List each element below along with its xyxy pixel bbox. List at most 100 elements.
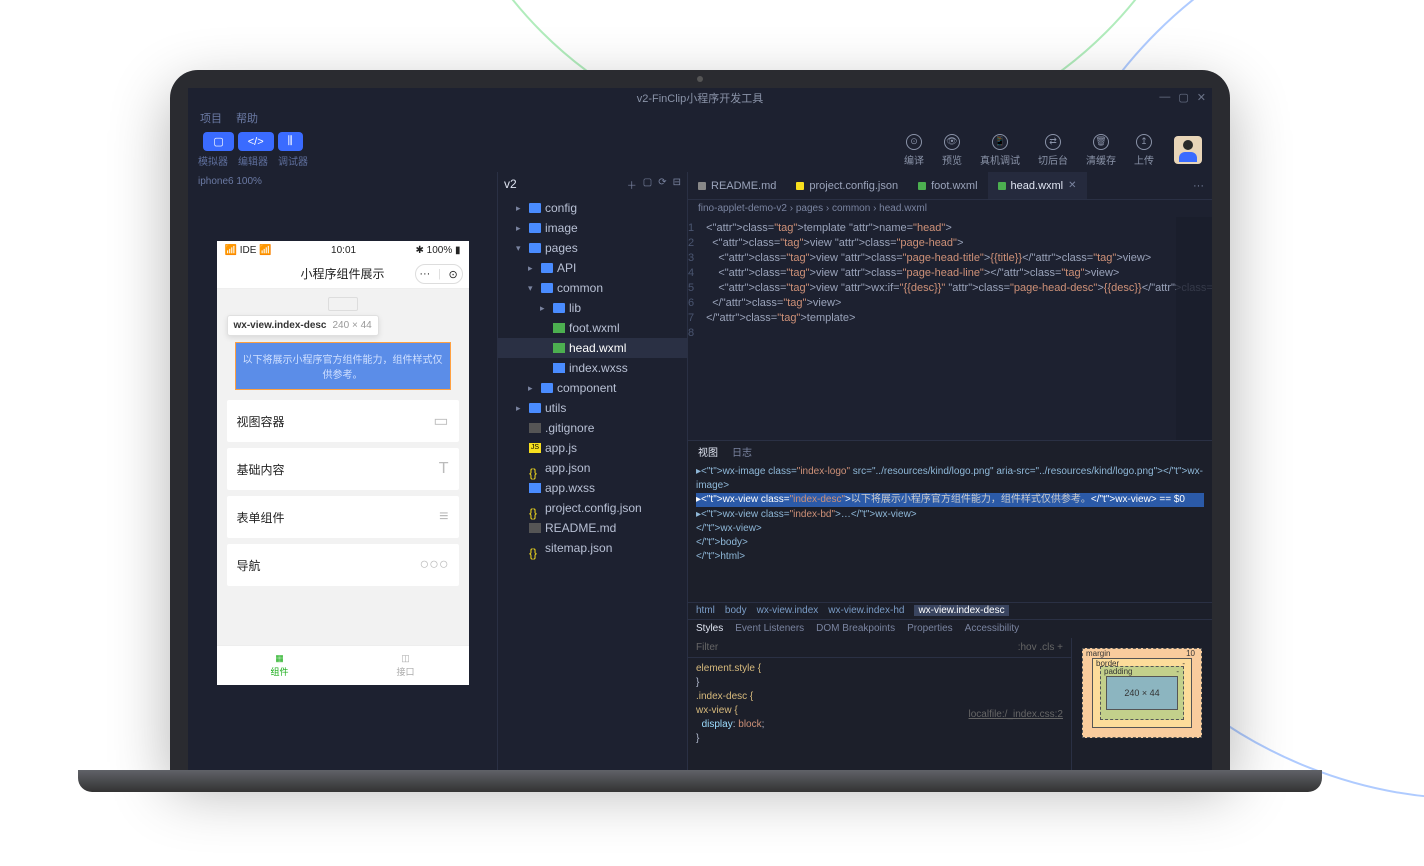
toolbar-actions: ⊙编译 👁预览 📱真机调试 ⇄切后台 🗑清缓存 ↥上传 <box>904 134 1154 167</box>
crumb-wx-view.index-desc[interactable]: wx-view.index-desc <box>914 605 1008 616</box>
phone-page-title: 小程序组件展示 <box>300 265 384 282</box>
collapse-icon[interactable]: ⊟ <box>673 177 681 192</box>
styles-rules[interactable]: element.style {}.index-desc {</span><br>… <box>688 658 1071 771</box>
panel-Styles[interactable]: Styles <box>696 623 723 634</box>
box-content: 240 × 44 <box>1106 676 1178 710</box>
tree-node-utils[interactable]: ▸utils <box>498 398 687 418</box>
highlighted-desc[interactable]: 以下将展示小程序官方组件能力，组件样式仅供参考。 <box>235 342 451 390</box>
elements-tree[interactable]: ▸<"t">wx-image class="index-logo" src=".… <box>688 461 1212 602</box>
dt-tab-log[interactable]: 日志 <box>732 444 752 459</box>
tree-node-index.wxss[interactable]: index.wxss <box>498 358 687 378</box>
mode-debugger-label: 调试器 <box>278 153 308 168</box>
styles-hov-cls[interactable]: :hov .cls + <box>1018 642 1063 653</box>
tree-node-app.wxss[interactable]: app.wxss <box>498 478 687 498</box>
editor-tabs: README.mdproject.config.jsonfoot.wxmlhea… <box>688 172 1212 200</box>
tree-node-API[interactable]: ▸API <box>498 258 687 278</box>
tooltip-selector: wx-view.index-desc <box>234 320 327 331</box>
camera-dot <box>697 76 703 82</box>
tree-node-app.json[interactable]: {}app.json <box>498 458 687 478</box>
mode-debugger[interactable]: ⫼ <box>278 132 303 151</box>
tabs-overflow-icon[interactable]: ··· <box>1185 180 1212 192</box>
new-folder-icon[interactable]: ▢ <box>643 177 652 192</box>
tab-README.md[interactable]: README.md <box>688 172 786 199</box>
action-3[interactable]: ⇄切后台 <box>1038 134 1068 167</box>
panel-Event Listeners[interactable]: Event Listeners <box>735 623 804 634</box>
menubar: 项目 帮助 <box>188 108 1212 128</box>
list-row-3[interactable]: 导航○○○ <box>227 544 459 586</box>
tree-node-sitemap.json[interactable]: {}sitemap.json <box>498 538 687 558</box>
styles-filter[interactable]: Filter <box>696 642 718 653</box>
crumb-body[interactable]: body <box>725 605 747 616</box>
capsule-close-icon[interactable]: ⊙ <box>448 268 457 281</box>
logo-placeholder <box>328 297 358 311</box>
crumb-html[interactable]: html <box>696 605 715 616</box>
action-1[interactable]: 👁预览 <box>942 134 962 167</box>
list-row-2[interactable]: 表单组件≡ <box>227 496 459 538</box>
mode-editor-label: 编辑器 <box>238 153 268 168</box>
action-2[interactable]: 📱真机调试 <box>980 134 1020 167</box>
tree-node-.gitignore[interactable]: .gitignore <box>498 418 687 438</box>
tree-node-pages[interactable]: ▾pages <box>498 238 687 258</box>
dt-tab-view[interactable]: 视图 <box>698 444 718 459</box>
action-5[interactable]: ↥上传 <box>1134 134 1154 167</box>
inspect-tooltip: wx-view.index-desc 240 × 44 <box>227 315 379 336</box>
phone-battery: ✱ 100% ▮ <box>415 245 460 256</box>
menu-help[interactable]: 帮助 <box>236 110 258 126</box>
tree-node-project.config.json[interactable]: {}project.config.json <box>498 498 687 518</box>
tree-node-README.md[interactable]: README.md <box>498 518 687 538</box>
mode-editor[interactable]: </> <box>238 132 274 151</box>
menu-project[interactable]: 项目 <box>200 110 222 126</box>
tab-close-icon[interactable]: ✕ <box>1068 180 1076 191</box>
file-explorer: v2 ＋ ▢ ⟳ ⊟ ▸config▸image▾pages▸API▾commo… <box>498 172 688 770</box>
tree-node-common[interactable]: ▾common <box>498 278 687 298</box>
tree-node-lib[interactable]: ▸lib <box>498 298 687 318</box>
window-title: v2-FinClip小程序开发工具 <box>637 90 764 106</box>
tree-node-component[interactable]: ▸component <box>498 378 687 398</box>
ide-window: v2-FinClip小程序开发工具 — ▢ ✕ 项目 帮助 ▢ </> ⫼ 模拟… <box>188 88 1212 770</box>
capsule-menu-icon[interactable]: ··· <box>419 268 430 280</box>
tree-node-image[interactable]: ▸image <box>498 218 687 238</box>
simulator-panel: iphone6 100% 📶 IDE 📶 10:01 ✱ 100% ▮ 小程序组… <box>188 172 498 770</box>
simulator-status: iphone6 100% <box>188 172 497 191</box>
tab-foot.wxml[interactable]: foot.wxml <box>908 172 987 199</box>
tree-node-head.wxml[interactable]: head.wxml <box>498 338 687 358</box>
new-file-icon[interactable]: ＋ <box>627 177 637 192</box>
tab-project.config.json[interactable]: project.config.json <box>786 172 908 199</box>
tab-head.wxml[interactable]: head.wxml✕ <box>988 172 1087 199</box>
phone-preview: 📶 IDE 📶 10:01 ✱ 100% ▮ 小程序组件展示 ··· | ⊙ <box>217 241 469 685</box>
refresh-icon[interactable]: ⟳ <box>658 177 666 192</box>
phone-tab-0[interactable]: ▦组件 <box>217 646 343 685</box>
tree-body: ▸config▸image▾pages▸API▾common▸libfoot.w… <box>498 196 687 560</box>
code-editor[interactable]: 1 2 3 4 5 6 7 8 <"attr">class="tag">temp… <box>688 217 1212 440</box>
mode-simulator[interactable]: ▢ <box>203 132 233 151</box>
win-max-icon[interactable]: ▢ <box>1178 91 1188 104</box>
mode-simulator-label: 模拟器 <box>198 153 228 168</box>
action-4[interactable]: 🗑清缓存 <box>1086 134 1116 167</box>
win-min-icon[interactable]: — <box>1159 91 1170 104</box>
devtools-panels: Styles Event Listeners DOM Breakpoints Prop… <box>688 620 1212 638</box>
phone-signal: 📶 IDE 📶 <box>225 245 272 256</box>
crumb-wx-view.index-hd[interactable]: wx-view.index-hd <box>828 605 904 616</box>
elements-breadcrumb[interactable]: html body wx-view.index wx-view.index-hd wx-… <box>688 602 1212 620</box>
phone-time: 10:01 <box>331 245 356 256</box>
tree-node-foot.wxml[interactable]: foot.wxml <box>498 318 687 338</box>
breadcrumbs[interactable]: fino-applet-demo-v2 › pages › common › h… <box>688 200 1212 217</box>
minimap[interactable] <box>1176 217 1212 440</box>
list-row-1[interactable]: 基础内容T <box>227 448 459 490</box>
tooltip-size: 240 × 44 <box>333 320 372 331</box>
panel-Properties[interactable]: Properties <box>907 623 953 634</box>
phone-tab-1[interactable]: ◫接口 <box>343 646 469 685</box>
tree-root[interactable]: v2 <box>504 177 517 191</box>
crumb-wx-view.index[interactable]: wx-view.index <box>757 605 819 616</box>
action-0[interactable]: ⊙编译 <box>904 134 924 167</box>
avatar[interactable] <box>1174 136 1202 164</box>
phone-tabbar: ▦组件◫接口 <box>217 645 469 685</box>
win-close-icon[interactable]: ✕ <box>1197 91 1206 104</box>
panel-Accessibility[interactable]: Accessibility <box>965 623 1019 634</box>
panel-DOM Breakpoints[interactable]: DOM Breakpoints <box>816 623 895 634</box>
capsule[interactable]: ··· | ⊙ <box>415 264 463 284</box>
tree-node-config[interactable]: ▸config <box>498 198 687 218</box>
tree-node-app.js[interactable]: JSapp.js <box>498 438 687 458</box>
box-model: margin10 border- padding- 240 × 44 <box>1072 638 1212 771</box>
list-row-0[interactable]: 视图容器▭ <box>227 400 459 442</box>
